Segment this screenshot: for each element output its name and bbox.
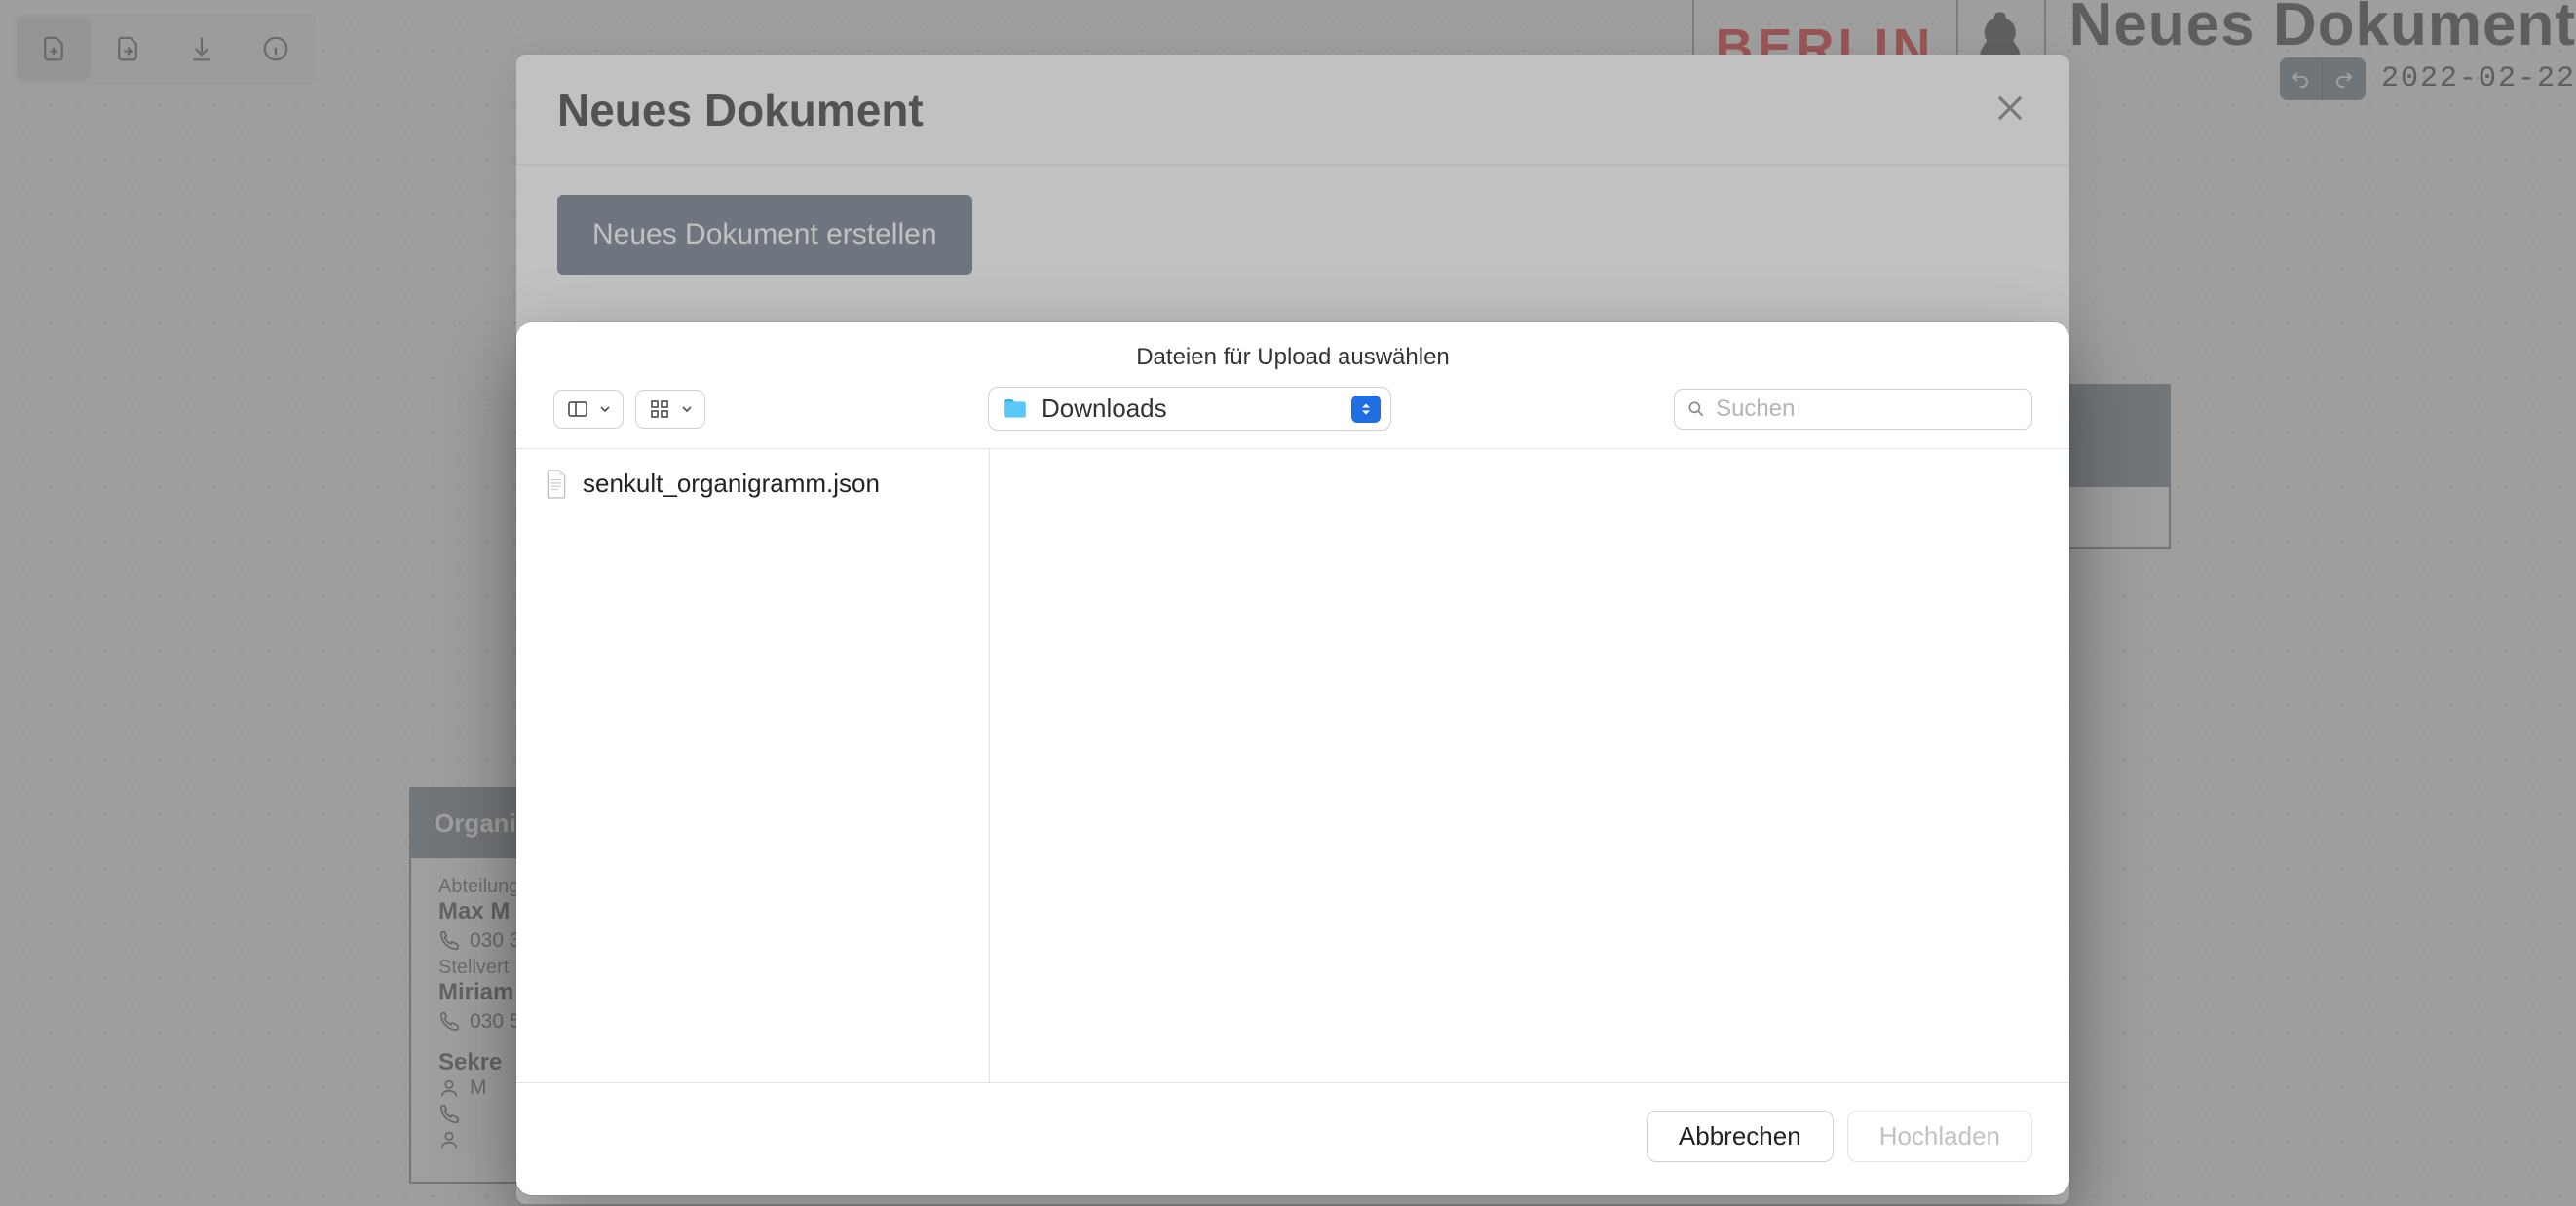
view-mode-button[interactable] — [635, 390, 705, 429]
picker-footer: Abbrechen Hochladen — [516, 1082, 2069, 1195]
picker-body: senkult_organigramm.json — [516, 448, 2069, 1082]
search-icon — [1686, 398, 1706, 420]
grid-icon — [648, 397, 671, 421]
file-picker-dialog: Dateien für Upload auswählen Downloads — [516, 322, 2069, 1195]
sidebar-icon — [566, 397, 589, 421]
file-name: senkult_organigramm.json — [583, 469, 880, 499]
folder-select[interactable]: Downloads — [988, 387, 1391, 431]
sidebar-toggle-button[interactable] — [553, 390, 624, 429]
folder-icon — [1003, 398, 1028, 420]
picker-title: Dateien für Upload auswählen — [516, 322, 2069, 387]
chevron-up-icon — [1361, 402, 1371, 409]
upload-button[interactable]: Hochladen — [1847, 1111, 2032, 1162]
cancel-button[interactable]: Abbrechen — [1647, 1111, 1834, 1162]
file-icon — [544, 470, 569, 499]
chevron-down-icon — [1361, 409, 1371, 416]
file-row[interactable]: senkult_organigramm.json — [516, 461, 989, 507]
folder-stepper[interactable] — [1351, 396, 1381, 423]
file-preview-column — [990, 449, 2069, 1082]
chevron-down-icon — [599, 403, 611, 415]
chevron-down-icon — [681, 403, 693, 415]
search-box[interactable] — [1674, 389, 2032, 430]
file-list-column: senkult_organigramm.json — [516, 449, 990, 1082]
picker-toolbar: Downloads — [516, 387, 2069, 448]
folder-name: Downloads — [1042, 394, 1338, 424]
search-input[interactable] — [1716, 396, 2020, 423]
